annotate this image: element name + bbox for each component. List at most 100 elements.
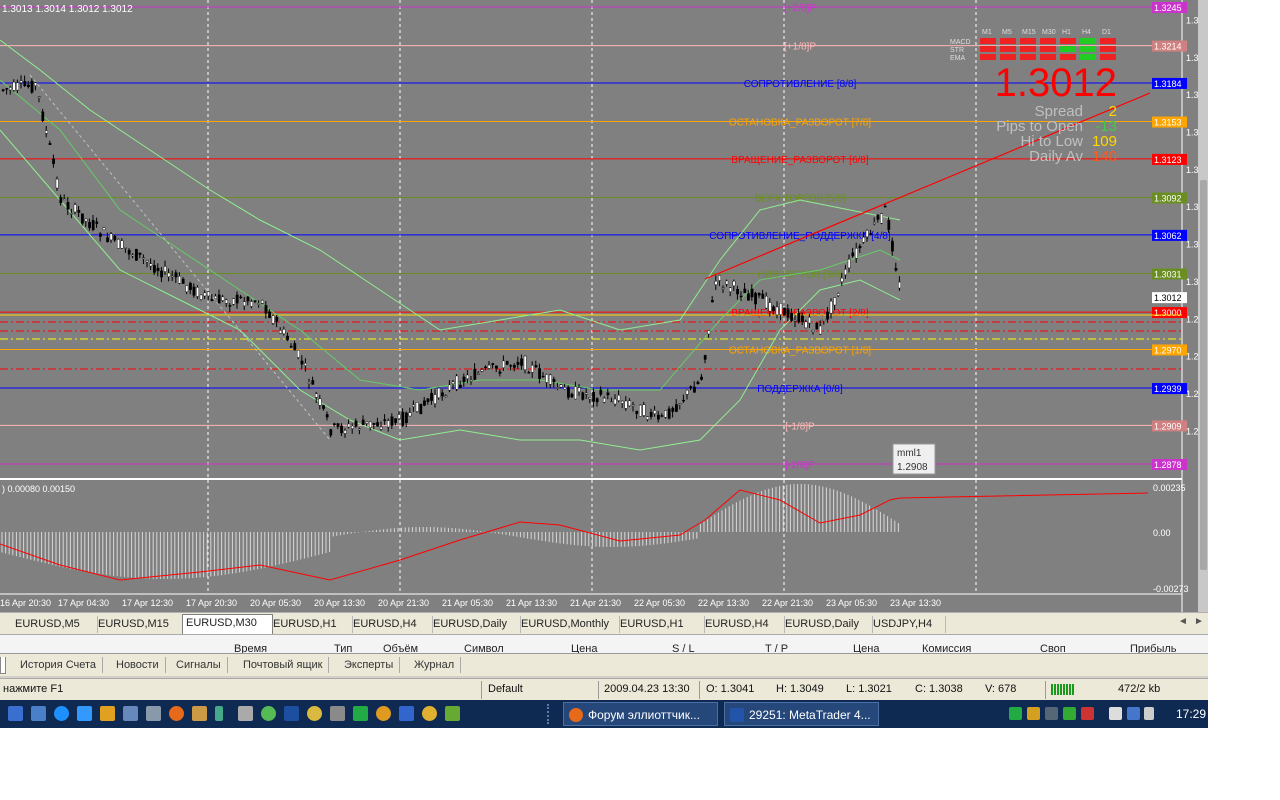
tray-icon-3[interactable] [1045, 707, 1058, 720]
scrollbar-thumb[interactable] [1200, 180, 1207, 570]
computer-icon[interactable] [31, 706, 46, 721]
candle-body [66, 202, 70, 210]
candle-body [354, 420, 358, 427]
bookmark-icon[interactable] [215, 706, 223, 721]
signal-box [1060, 46, 1076, 52]
terminal-tab-trade[interactable] [0, 657, 6, 674]
candle-body [487, 364, 491, 369]
candle-body [88, 221, 92, 229]
candle-body [84, 218, 88, 222]
chart-tab[interactable]: EURUSD,H1 [270, 616, 353, 633]
tray-icon-5[interactable] [1109, 707, 1122, 720]
candle-body [552, 379, 556, 383]
chart-tab[interactable]: EURUSD,M30 [182, 614, 273, 635]
tray-icon-1[interactable] [1009, 707, 1022, 720]
candle-body [131, 254, 135, 257]
candle-body [322, 405, 325, 409]
candle-body [401, 411, 405, 426]
tray-icon-2[interactable] [1027, 707, 1040, 720]
chart-tab[interactable]: EURUSD,Daily [430, 616, 521, 633]
search-tool-icon[interactable] [307, 706, 322, 721]
network-tray-icon[interactable] [1127, 707, 1140, 720]
chart-tab[interactable]: EURUSD,Monthly [518, 616, 620, 633]
candle-body [152, 265, 156, 273]
show-desktop-icon[interactable] [8, 706, 23, 721]
chart-canvas[interactable]: 1.32351.32051.31751.31451.31151.30851.30… [0, 0, 1208, 612]
candle-body [639, 404, 642, 417]
candle-body [361, 419, 365, 425]
candle-body [289, 346, 293, 348]
chart-tool-icon[interactable] [399, 706, 414, 721]
candle-body [397, 414, 401, 419]
candle-body [437, 387, 441, 398]
candle-body [210, 299, 214, 301]
candle-body [351, 425, 354, 429]
window-icon[interactable] [123, 706, 138, 721]
candle-body [779, 303, 783, 315]
signal-box [980, 38, 996, 44]
tabs-scroll-right-icon[interactable]: ► [1194, 616, 1204, 627]
candle-body [837, 293, 840, 296]
terminal-tab[interactable]: Новости [110, 657, 166, 673]
volume-icon[interactable] [1144, 707, 1154, 720]
candle-body [423, 400, 426, 406]
candle-body [642, 404, 646, 416]
terminal-tab[interactable]: Эксперты [338, 657, 401, 673]
messenger-icon[interactable] [353, 706, 368, 721]
candle-body [275, 316, 279, 322]
candle-body [473, 368, 477, 380]
candle-body [138, 252, 142, 255]
candle-body [268, 311, 271, 318]
chart-tab[interactable]: EURUSD,H4 [702, 616, 785, 633]
candle-body [736, 289, 740, 295]
app-icon[interactable] [422, 706, 437, 721]
chart-tab[interactable]: EURUSD,M15 [95, 616, 185, 633]
network-icon[interactable] [77, 706, 92, 721]
signal-box [1000, 38, 1016, 44]
task-firefox-forum[interactable]: Форум эллиоттчик... [563, 702, 718, 726]
language-flag-icon[interactable] [1081, 707, 1094, 720]
candle-body [829, 300, 833, 314]
printer-icon[interactable] [146, 706, 161, 721]
candle-body [520, 358, 524, 366]
ie-browser-icon[interactable] [54, 706, 69, 721]
bc-icon[interactable] [284, 706, 299, 721]
candle-body [199, 294, 203, 300]
chart-tab[interactable]: EURUSD,M5 [12, 616, 98, 633]
candle-body [739, 295, 743, 298]
candle-body [538, 368, 542, 379]
candle-body [235, 294, 239, 304]
candle-body [376, 422, 379, 427]
candle-body [531, 365, 534, 373]
candle-body [149, 263, 153, 267]
status-profile: Default [488, 683, 523, 695]
terminal-tab[interactable]: Журнал [408, 657, 462, 673]
aim-icon[interactable] [376, 706, 391, 721]
tabs-scroll-left-icon[interactable]: ◄ [1178, 616, 1188, 627]
time-tick-label: 17 Apr 04:30 [58, 598, 109, 608]
edit-icon[interactable] [445, 706, 460, 721]
terminal-tab[interactable]: История Счета [14, 657, 104, 673]
chart-tab[interactable]: EURUSD,H1 [617, 616, 705, 633]
users-icon[interactable] [192, 706, 207, 721]
drive-icon[interactable] [238, 706, 253, 721]
level-label: НИЗ ТОРГОВ [3/8] [758, 269, 843, 280]
tools-icon[interactable] [330, 706, 345, 721]
media-player-icon[interactable] [100, 706, 115, 721]
task-metatrader[interactable]: 29251: MetaTrader 4... [724, 702, 879, 726]
price-chart[interactable]: 1.32351.32051.31751.31451.31151.30851.30… [0, 0, 1208, 612]
status-traffic: 472/2 kb [1118, 683, 1161, 695]
candle-body [599, 389, 603, 395]
torrent-icon[interactable] [261, 706, 276, 721]
chart-tab[interactable]: USDJPY,H4 [870, 616, 946, 633]
signal-box [1100, 46, 1116, 52]
terminal-tab[interactable]: Сигналы [170, 657, 228, 673]
firefox-icon[interactable] [169, 706, 184, 721]
chart-tab[interactable]: EURUSD,H4 [350, 616, 433, 633]
clock[interactable]: 17:29 [1176, 707, 1206, 721]
tray-icon-4[interactable] [1063, 707, 1076, 720]
candle-body [369, 421, 372, 428]
candle-body [743, 288, 747, 294]
chart-tab[interactable]: EURUSD,Daily [782, 616, 873, 633]
terminal-tab[interactable]: Почтовый ящик [237, 657, 330, 673]
